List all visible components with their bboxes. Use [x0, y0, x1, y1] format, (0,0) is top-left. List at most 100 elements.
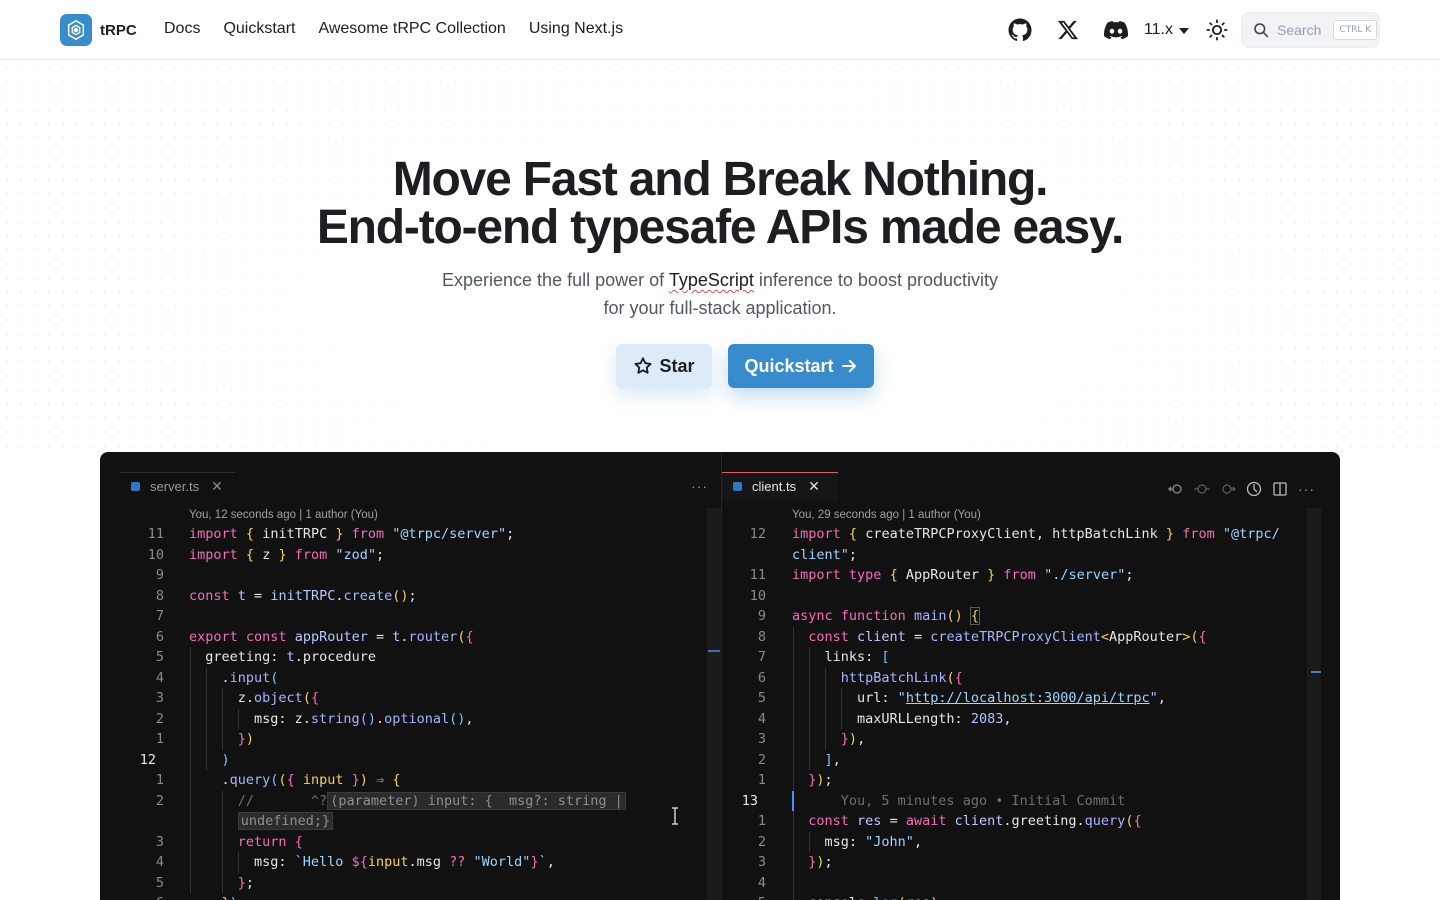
hero-title: Move Fast and Break Nothing. End-to-end … — [0, 156, 1440, 252]
code-line: 7 links: [ — [722, 647, 1320, 668]
code-line: undefined;} — [120, 811, 721, 832]
nav-link-awesome[interactable]: Awesome tRPC Collection — [318, 20, 505, 38]
discord-icon[interactable] — [1092, 12, 1140, 48]
blame-annotation: You, 12 seconds ago | 1 author (You) — [189, 509, 378, 521]
code-line: 3 return { — [120, 831, 721, 852]
split-editor-icon[interactable] — [1272, 481, 1288, 497]
go-forward-icon[interactable] — [1220, 481, 1236, 497]
search-icon — [1254, 23, 1269, 38]
tab-label: client.ts — [752, 479, 797, 494]
nav-links: Docs Quickstart Awesome tRPC Collection … — [164, 20, 646, 38]
editor-pane-client: client.ts ✕ ··· You, 29 seconds ago | 1 … — [721, 452, 1321, 900]
navbar: tRPC Docs Quickstart Awesome tRPC Collec… — [0, 0, 1440, 60]
code-line: 8 const client = createTRPCProxyClient<A… — [722, 626, 1320, 647]
code-line: 5 url: "http://localhost:3000/api/trpc", — [722, 688, 1320, 709]
code-line: 2 msg: "John", — [722, 831, 1320, 852]
hero-sub-line2: for your full-stack application. — [603, 298, 837, 318]
scroll-marker — [1311, 671, 1321, 673]
code-line: 1 const res = await client.greeting.quer… — [722, 811, 1320, 832]
code-line: client"; — [792, 546, 858, 563]
hero-sub-typescript: TypeScript — [668, 270, 754, 290]
code-line: 6 export const appRouter = t.router({ — [155, 628, 474, 645]
tab-label: server.ts — [150, 479, 200, 494]
quickstart-label: Quickstart — [744, 355, 834, 376]
code-line: 4 — [722, 872, 1320, 893]
commit-icon[interactable] — [1194, 481, 1210, 497]
code-lines: 12 import { createTRPCProxyClient, httpBa… — [722, 524, 1320, 900]
nav-link-nextjs[interactable]: Using Next.js — [529, 20, 623, 38]
code-line: 6 }), — [120, 893, 721, 900]
scrollbar[interactable] — [1307, 508, 1321, 900]
code-editor: server.ts ✕ ··· You, 12 seconds ago | 1 … — [100, 452, 1340, 900]
go-back-icon[interactable] — [1168, 481, 1184, 497]
quickstart-button[interactable]: Quickstart — [728, 344, 874, 388]
search-button[interactable]: Search CTRL K — [1241, 12, 1380, 48]
tab-client-ts[interactable]: client.ts ✕ — [722, 472, 838, 500]
typescript-file-icon — [733, 482, 742, 491]
hero-title-line1: Move Fast and Break Nothing. — [392, 153, 1049, 206]
code-line: 3 z.object({ — [120, 688, 721, 709]
code-line: 11 import { initTRPC } from "@trpc/server… — [147, 526, 515, 542]
caret-down-icon — [1179, 28, 1189, 34]
editor-tabbar: server.ts ✕ — [120, 472, 721, 500]
code-line: 10 import { z } from "zod"; — [147, 546, 385, 563]
hero-title-line2: End-to-end typesafe APIs made easy. — [316, 201, 1124, 254]
editor-pane-server: server.ts ✕ ··· You, 12 seconds ago | 1 … — [120, 452, 721, 900]
code-line: 6 httpBatchLink({ — [722, 667, 1320, 688]
code-line: 11 import type { AppRouter } from "./serv… — [749, 567, 1134, 583]
close-icon[interactable]: ✕ — [808, 478, 820, 495]
version-dropdown[interactable]: 11.x — [1144, 21, 1189, 39]
nav-right: 11.x Search CTRL K — [996, 12, 1380, 48]
search-shortcut: CTRL K — [1333, 20, 1378, 40]
more-actions-icon[interactable]: ··· — [1298, 481, 1315, 497]
code-line: 4 .input( — [120, 667, 721, 688]
code-line: 1 }); — [722, 770, 1320, 791]
brand-link[interactable]: tRPC — [60, 14, 137, 46]
star-icon — [634, 357, 652, 374]
hero-sub-before: Experience the full power of — [442, 270, 669, 290]
theme-toggle-sun-icon[interactable] — [1203, 12, 1231, 48]
hero-sub-after: inference to boost productivity — [753, 270, 998, 290]
code-line: 10 — [749, 587, 766, 604]
blame-annotation: You, 29 seconds ago | 1 author (You) — [792, 509, 981, 521]
code-line: 9 — [155, 567, 164, 583]
code-line: 4 maxURLLength: 2083, — [722, 708, 1320, 729]
code-line: 9 async function main() { — [757, 607, 981, 625]
code-line: 1 .query(({ input }) ⇒ { — [120, 770, 721, 791]
code-line: 4 msg: `Hello ${input.msg ?? "World"}`, — [120, 852, 721, 873]
code-lines: 11 import { initTRPC } from "@trpc/server… — [120, 524, 721, 900]
code-line: 8 const t = initTRPC.create(); — [155, 587, 417, 604]
trpc-logo-icon — [60, 14, 92, 46]
version-label: 11.x — [1143, 21, 1173, 38]
code-line: 1 }) — [120, 729, 721, 750]
more-actions-icon[interactable]: ··· — [691, 478, 708, 494]
editor-actions: ··· — [1168, 481, 1315, 497]
code-line: 13 You, 5 minutes ago • Initial Commit — [741, 790, 1126, 811]
code-line: 5 }; — [120, 872, 721, 893]
x-icon[interactable] — [1044, 12, 1092, 48]
code-line: 2 msg: z.string().optional(), — [120, 708, 721, 729]
arrow-right-icon — [841, 359, 856, 373]
close-icon[interactable]: ✕ — [211, 478, 223, 495]
scrollbar[interactable] — [707, 508, 721, 900]
star-label: Star — [659, 355, 695, 376]
github-icon[interactable] — [996, 12, 1044, 48]
code-line: 2 ], — [722, 749, 1320, 770]
code-line: 3 }), — [722, 729, 1320, 750]
code-line: 5 greeting: t.procedure — [120, 647, 721, 668]
code-line: 5 console.log(res); — [722, 893, 1320, 900]
typescript-file-icon — [131, 482, 140, 491]
nav-link-quickstart[interactable]: Quickstart — [223, 20, 295, 38]
code-line: 12 import { createTRPCProxyClient, httpBa… — [749, 526, 1280, 542]
code-line: 3 }); — [722, 852, 1320, 873]
nav-link-docs[interactable]: Docs — [164, 20, 200, 38]
code-line: 2 // ^? (parameter) input: { msg?: string… — [120, 790, 721, 811]
text-cursor-icon — [670, 807, 680, 830]
tab-server-ts[interactable]: server.ts ✕ — [120, 472, 235, 500]
star-button[interactable]: Star — [616, 344, 712, 388]
git-lens-icon[interactable] — [1246, 481, 1262, 497]
code-line: 7 — [155, 608, 164, 624]
scroll-marker — [708, 650, 720, 652]
code-line: 12 ) — [120, 749, 721, 770]
hero-subtitle: Experience the full power of TypeScript … — [420, 266, 1020, 322]
